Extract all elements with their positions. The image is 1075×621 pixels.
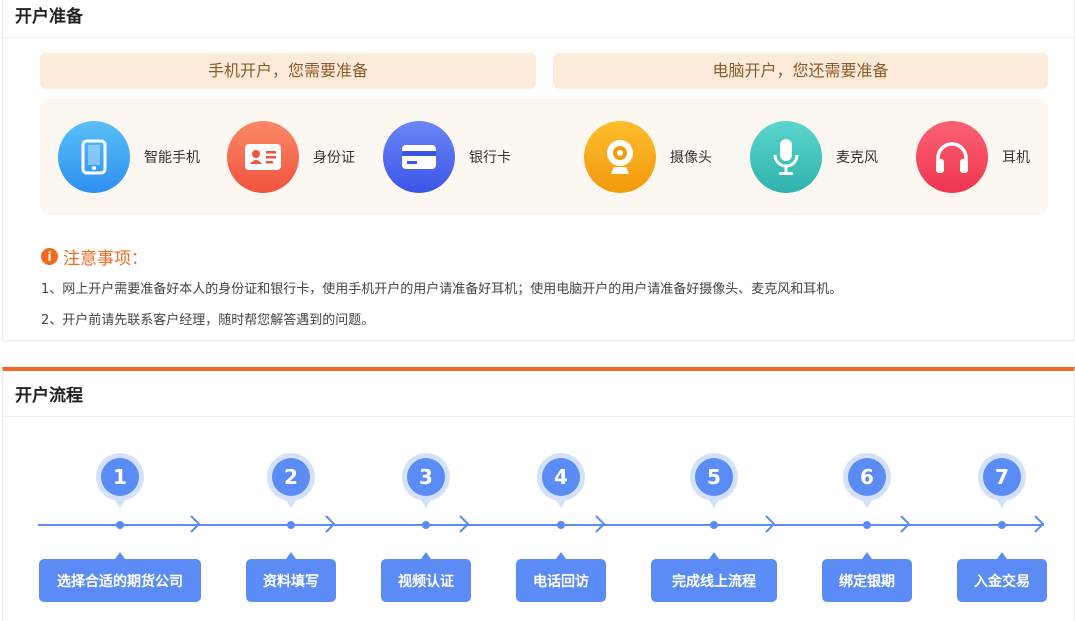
account-prep-panel: 开户准备 手机开户，您需要准备 电脑开户，您还需要准备 智能手机 身份证 银行卡 [2,0,1075,341]
step-marker: 1 [96,453,144,508]
step-marker: 4 [537,453,585,508]
bank-card-icon [383,121,455,193]
step-node [998,521,1006,529]
item-label: 摄像头 [670,150,712,166]
notice-title: 注意事项： [63,249,148,269]
step-label: 电话回访 [533,573,589,590]
chevron-right-icon [595,515,606,533]
step-number: 6 [848,458,886,496]
prep-items: 智能手机 身份证 银行卡 摄像头 麦克风 耳机 [40,99,1048,215]
step-node [116,521,124,529]
prep-item-smartphone: 智能手机 [58,121,200,193]
phone-prep-banner: 手机开户，您需要准备 [40,53,536,89]
step-number: 1 [101,458,139,496]
item-label: 麦克风 [836,150,878,166]
step-node [863,521,871,529]
id-card-icon [227,121,299,193]
step-number: 2 [272,458,310,496]
step-number: 7 [983,458,1021,496]
step-number: 4 [542,458,580,496]
microphone-icon [750,121,822,193]
step-button[interactable]: 绑定银期 [822,552,912,602]
prep-item-webcam: 摄像头 [584,121,712,193]
info-icon: i [41,248,58,265]
chevron-right-icon [459,515,470,533]
notice-heading: i 注意事项： [41,244,148,269]
step-button[interactable]: 入金交易 [957,552,1047,602]
chevron-right-icon [765,515,776,533]
step-marker: 5 [690,453,738,508]
step-marker: 6 [843,453,891,508]
step-button[interactable]: 视频认证 [381,552,471,602]
step-node [557,521,565,529]
step-node [287,521,295,529]
notice-line: 1、网上开户需要准备好本人的身份证和银行卡，使用手机开户的用户请准备好耳机；使用… [41,282,843,297]
step-marker: 2 [267,453,315,508]
step-label: 绑定银期 [839,573,895,590]
item-label: 银行卡 [469,150,511,166]
step-marker: 3 [402,453,450,508]
pc-prep-banner: 电脑开户，您还需要准备 [553,53,1048,89]
step-label: 完成线上流程 [672,573,756,590]
webcam-icon [584,121,656,193]
prep-item-bank-card: 银行卡 [383,121,511,193]
chevron-right-icon [1034,515,1045,533]
step-button[interactable]: 完成线上流程 [651,552,777,602]
step-number: 3 [407,458,445,496]
item-label: 耳机 [1002,150,1030,166]
headphones-icon [916,121,988,193]
step-node [710,521,718,529]
chevron-right-icon [190,515,201,533]
notice-line: 2、开户前请先联系客户经理，随时帮您解答遇到的问题。 [41,313,375,328]
chevron-right-icon [900,515,911,533]
item-label: 身份证 [313,150,355,166]
item-label: 智能手机 [144,150,200,166]
prep-item-microphone: 麦克风 [750,121,878,193]
step-button[interactable]: 资料填写 [246,552,336,602]
step-label: 选择合适的期货公司 [57,573,183,590]
step-button[interactable]: 电话回访 [516,552,606,602]
step-marker: 7 [978,453,1026,508]
step-node [422,521,430,529]
prep-item-id-card: 身份证 [227,121,355,193]
smartphone-icon [58,121,130,193]
step-label: 视频认证 [398,573,454,590]
process-title: 开户流程 [3,371,1074,417]
prep-item-headphones: 耳机 [916,121,1030,193]
step-number: 5 [695,458,733,496]
prep-title: 开户准备 [3,0,1074,38]
chevron-right-icon [325,515,336,533]
step-label: 入金交易 [974,573,1030,590]
step-label: 资料填写 [263,573,319,590]
step-button[interactable]: 选择合适的期货公司 [39,552,201,602]
